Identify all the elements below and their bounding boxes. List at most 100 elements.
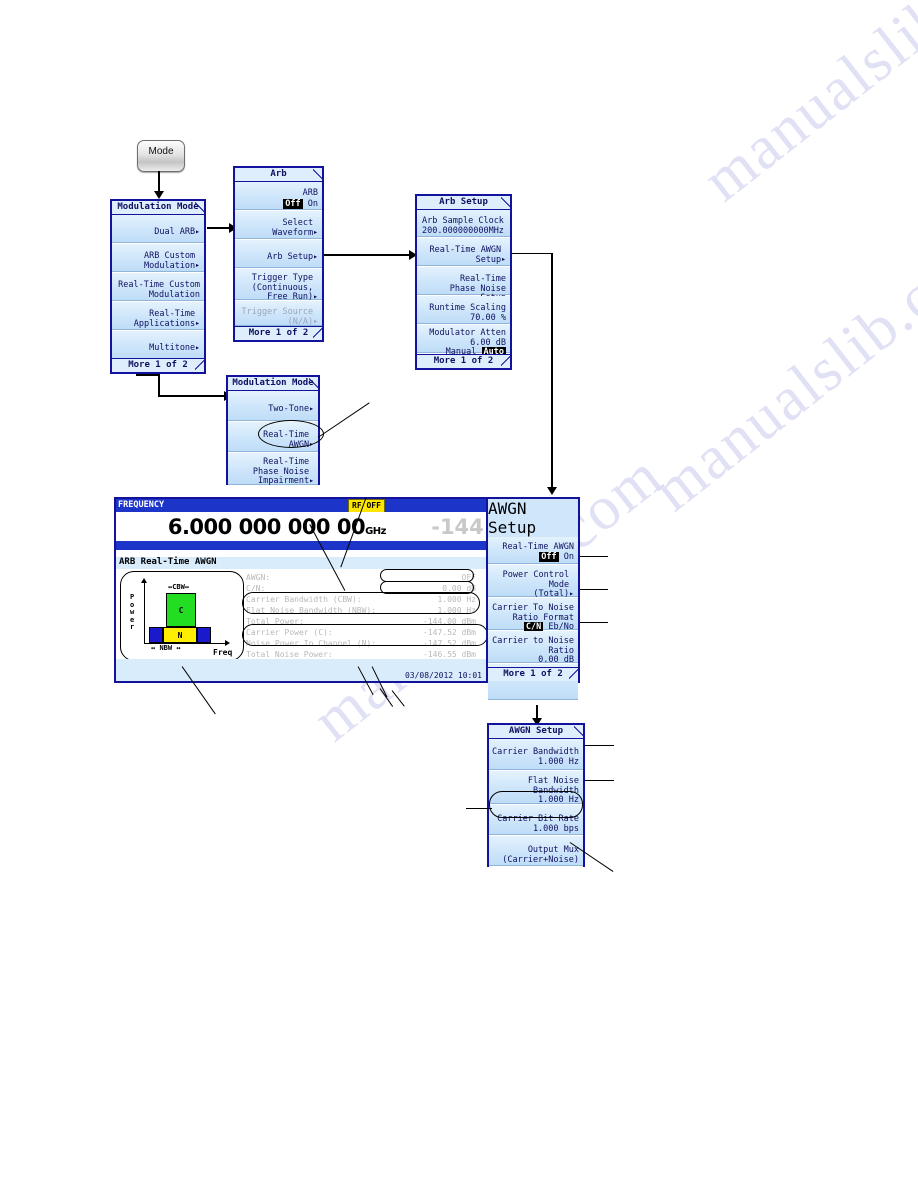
frequency-label: FREQUENCY [118,500,165,510]
softkey-carrier-to-noise-ratio[interactable]: Carrier to Noise Ratio 0.00 dB [488,631,578,665]
graph-y-axis [144,582,145,644]
graph-x-arrowhead [225,640,230,646]
callout-real-time-awgn [317,402,370,439]
chevron-right-icon: ▸ [313,227,318,237]
display-blue-band [116,541,486,550]
callout-more-to-modmode2-vertical [136,374,158,376]
graph-carrier-block: C [166,593,196,627]
softkey-label: Multitone [149,343,196,353]
softkey-label: Power Control Mode (Total) [502,570,570,599]
chevron-right-icon: ▸ [309,404,314,413]
callout-power-control-mode [580,556,608,558]
display-section-title: ARB Real-Time AWGN [116,557,489,569]
softkey-label: Carrier To Noise Ratio Format [492,603,574,623]
graph-noise-skirt-left [149,627,163,643]
menu-title: Modulation Mode [228,377,318,391]
callout-flat-noise-bandwidth [585,780,614,782]
softkey-cn-ratio-format[interactable]: Carrier To Noise Ratio Format C/N Eb/No [488,598,578,632]
highlight-oval-real-time-awgn [258,420,324,448]
graph-cbw-label: ↔CBW↔ [168,583,190,591]
graph-y-arrowhead [141,578,147,583]
softkey-arb-custom-modulation[interactable]: ARB Custom Modulation▸ [112,244,204,273]
chevron-right-icon: ▸ [195,318,200,328]
rf-off-badge: RF OFF [348,499,385,513]
watermark-text: manualslib.com [690,0,918,215]
softkey-label: Carrier to Noise Ratio 0.00 dB [492,636,574,665]
softkey-multitone[interactable]: Multitone▸ [112,331,204,360]
menu-arb-setup[interactable]: Arb Setup Arb Sample Clock 200.000000000… [415,194,512,370]
softkey-power-control-mode[interactable]: Power Control Mode (Total)▸ [488,565,578,599]
softkey-label: Modulator Atten 6.00 dB [429,328,506,348]
softkey-real-time-applications[interactable]: Real-Time Applications▸ [112,302,204,331]
chevron-right-icon: ▸ [195,260,200,270]
frequency-unit: GHz [365,526,386,537]
graph-noise-block: N [163,627,197,643]
softkey-label: Real-Time AWGN Setup [429,245,502,265]
mode-hardkey[interactable]: Mode [137,140,185,172]
softkey-label: Real-Time Applications [133,309,196,329]
softkey-runtime-scaling[interactable]: Runtime Scaling 70.00 % [417,296,510,325]
softkey-real-time-phase-noise-setup[interactable]: Real-Time Phase Noise Setup▸ [417,267,510,313]
softkey-modulator-atten[interactable]: Modulator Atten 6.00 dB Manual Auto [417,325,510,357]
chevron-right-icon: ▸ [501,254,506,264]
softkey-carrier-bandwidth[interactable]: Carrier Bandwidth 1.000 Hz [489,739,583,771]
softkey-label: Arb Setup [267,252,314,262]
menu-footer[interactable]: More 1 of 2 [417,354,510,368]
highlight-oval-bandwidths [242,592,480,614]
softkey-toggle-on[interactable]: On [564,552,574,562]
menu-footer[interactable]: More 1 of 2 [112,358,204,372]
chevron-right-icon: ▸ [313,252,318,261]
param-value: -146.55 dBm [423,650,476,659]
watermark-text: manualslib.com [640,210,918,525]
softkey-two-tone[interactable]: Two-Tone▸ [228,391,318,422]
graph-noise-skirt-right [197,627,211,643]
softkey-output-mux[interactable]: Output Mux (Carrier+Noise) [489,836,583,867]
highlight-oval-powers [242,624,488,646]
softkey-label: Trigger Source (N/A) [241,307,314,327]
menu-title: AWGN Setup [488,499,537,537]
display-timestamp: 03/08/2012 10:01 [404,671,482,680]
softkey-toggle-off[interactable]: Off [539,551,559,562]
display-softkey-panel[interactable]: AWGN Setup Real-Time AWGN Off On Power C… [486,499,578,701]
display-spacer [116,550,486,557]
softkey-arb-sample-clock[interactable]: Arb Sample Clock 200.000000000MHz [417,210,510,238]
chevron-right-icon: ▸ [313,316,318,326]
graph-y-axis-label: Power [130,593,135,631]
menu-modulation-mode-1[interactable]: Modulation Mode Dual ARB▸ ARB Custom Mod… [110,199,206,374]
awgn-power-graph: Power N C ↔CBW↔ ↔ NBW ↔ Freq [120,571,244,661]
menu-title: AWGN Setup [489,725,583,739]
softkey-real-time-awgn-setup[interactable]: Real-Time AWGN Setup▸ [417,238,510,267]
graph-x-axis-label: Freq [213,648,233,657]
softkey-toggle-off[interactable]: Off [283,198,303,209]
instrument-display[interactable]: FREQUENCY RF OFF 6.000 000 000 00GHz -14… [114,497,580,701]
softkey-label: Real-Time AWGN [502,542,574,552]
softkey-label: ARB Custom Modulation [143,251,196,271]
menu-footer[interactable]: More 1 of 2 [235,326,322,340]
softkey-label: Trigger Type (Continuous, Free Run) [251,273,314,302]
softkey-label: Dual ARB [154,227,196,237]
callout-carrier-bit-rate [466,808,492,810]
page-root: manualslib.com manualslib.com manualslib… [0,0,918,1188]
softkey-label: Select Waveform [272,218,314,238]
callout-carrier-to-noise-ratio [580,622,608,624]
menu-title: Arb [235,168,322,182]
softkey-real-time-phase-noise-impairment[interactable]: Real-Time Phase Noise Impairment▸ [228,453,318,486]
menu-arb[interactable]: Arb ARB Off On Select Waveform▸ Arb Setu… [233,166,324,342]
softkey-trigger-type[interactable]: Trigger Type (Continuous, Free Run)▸ [235,269,322,302]
softkey-select-waveform[interactable]: Select Waveform▸ [235,211,322,240]
chevron-right-icon: ▸ [569,589,574,598]
softkey-label: Carrier Bandwidth 1.000 Hz [492,747,579,767]
softkey-real-time-awgn-toggle[interactable]: Real-Time AWGN Off On [488,537,578,565]
softkey-arb-toggle[interactable]: ARB Off On [235,182,322,211]
softkey-label: ARB [302,188,318,198]
menu-footer[interactable]: More 1 of 2 [488,667,578,681]
mode-hardkey-label: Mode [148,146,174,157]
softkey-toggle-on[interactable]: On [308,199,318,209]
callout-cn-ratio-format [580,589,608,591]
softkey-dual-arb[interactable]: Dual ARB▸ [112,215,204,244]
callout-param-down-d [391,690,405,707]
param-label: Total Noise Power: [246,650,333,659]
softkey-real-time-custom-modulation[interactable]: Real-Time Custom Modulation▸ [112,273,204,309]
param-label: AWGN: [246,573,271,582]
softkey-arb-setup[interactable]: Arb Setup▸ [235,240,322,269]
